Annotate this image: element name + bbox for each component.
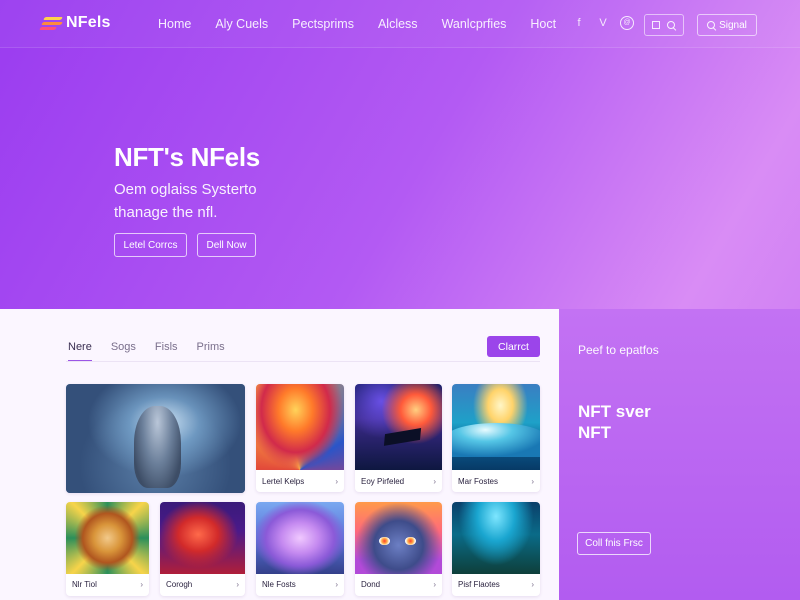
- signup-button[interactable]: Signal: [697, 14, 757, 36]
- nft-artwork-image: [160, 502, 245, 574]
- nft-card-featured[interactable]: [66, 384, 245, 493]
- nft-artwork-image: [452, 502, 540, 574]
- side-panel-tagline: Peef to epatfos: [578, 343, 659, 357]
- instagram-icon[interactable]: @: [620, 16, 634, 30]
- nft-card-title: Dond: [361, 580, 381, 589]
- vimeo-icon[interactable]: V: [596, 16, 610, 30]
- nav-link-6[interactable]: Hoct: [530, 17, 556, 31]
- search-box[interactable]: [644, 14, 684, 36]
- chevron-right-icon: ›: [335, 580, 338, 589]
- hero-subtitle: Oem oglaiss Systerto thanage the nfl.: [114, 178, 334, 224]
- chevron-right-icon: ›: [236, 580, 239, 589]
- chevron-right-icon: ›: [140, 580, 143, 589]
- hero-subtitle-line-1: Oem oglaiss Systerto: [114, 181, 257, 198]
- nft-card[interactable]: Nlr Tiol ›: [66, 502, 149, 596]
- nft-artwork-image: [256, 384, 344, 470]
- nft-artwork-image: [355, 502, 442, 574]
- nft-artwork-image: [256, 502, 344, 574]
- side-panel-title: NFT sver NFT: [578, 401, 728, 443]
- nft-card-title: Nle Fosts: [262, 580, 296, 589]
- tab-prims[interactable]: Prims: [197, 341, 225, 362]
- nav-link-5[interactable]: Wanlcprfies: [442, 17, 507, 31]
- hero-title: NFT's NFels: [114, 142, 260, 172]
- window-icon: [652, 21, 661, 29]
- gallery-tabs: Nere Sogs Fisls Prims: [68, 341, 244, 362]
- top-navbar: NFels Home Aly Cuels Pectsprims Alcless …: [0, 0, 800, 48]
- nft-card-title: Nlr Tiol: [72, 580, 97, 589]
- facebook-icon[interactable]: f: [572, 16, 586, 30]
- nft-card-title: Mar Fostes: [458, 477, 499, 486]
- tab-fisls[interactable]: Fisls: [155, 341, 178, 362]
- nft-artwork-image: [355, 384, 442, 470]
- side-panel-button[interactable]: Coll fnis Frsc: [577, 532, 651, 555]
- nft-artwork-image: [66, 384, 245, 493]
- signup-label: Signal: [719, 19, 747, 31]
- chevron-right-icon: ›: [531, 477, 534, 486]
- chevron-right-icon: ›: [335, 477, 338, 486]
- side-title-line-2: NFT: [578, 423, 612, 442]
- chevron-right-icon: ›: [433, 477, 436, 486]
- nav-link-3[interactable]: Pectsprims: [292, 17, 354, 31]
- brand-name: NFels: [66, 14, 111, 31]
- brand-logo[interactable]: NFels: [39, 14, 111, 32]
- side-title-line-1: NFT sver: [578, 402, 651, 421]
- hero-primary-button[interactable]: Letel Corrcs: [114, 233, 187, 257]
- search-icon[interactable]: [666, 20, 676, 30]
- nft-gallery-panel: Nere Sogs Fisls Prims Clarrct Lertel Kel…: [0, 309, 559, 600]
- logo-icon: [39, 14, 63, 32]
- nft-card[interactable]: Eoy Pirfeled ›: [355, 384, 442, 492]
- nft-card-title: Pisf Flaotes: [458, 580, 500, 589]
- tabs-divider: [66, 361, 540, 362]
- nft-artwork-image: [66, 502, 149, 574]
- promo-side-panel: Peef to epatfos NFT sver NFT Coll fnis F…: [559, 309, 800, 600]
- main-nav: Home Aly Cuels Pectsprims Alcless Wanlcp…: [158, 17, 580, 31]
- nft-card[interactable]: Mar Fostes ›: [452, 384, 540, 492]
- nft-card[interactable]: Dond ›: [355, 502, 442, 596]
- search-icon: [707, 20, 716, 30]
- social-links: f V @: [572, 16, 634, 30]
- nft-card[interactable]: Nle Fosts ›: [256, 502, 344, 596]
- tab-new[interactable]: Nere: [68, 341, 92, 362]
- nft-artwork-image: [452, 384, 540, 470]
- hero-secondary-button[interactable]: Dell Now: [197, 233, 256, 257]
- chevron-right-icon: ›: [433, 580, 436, 589]
- tab-sogs[interactable]: Sogs: [111, 341, 136, 362]
- nav-link-4[interactable]: Alcless: [378, 17, 418, 31]
- hero-subtitle-line-2: thanage the nfl.: [114, 204, 218, 221]
- nft-card[interactable]: Corogh ›: [160, 502, 245, 596]
- nft-card-title: Eoy Pirfeled: [361, 477, 405, 486]
- nft-card-title: Lertel Kelps: [262, 477, 305, 486]
- nav-link-home[interactable]: Home: [158, 17, 191, 31]
- connect-button[interactable]: Clarrct: [487, 336, 540, 357]
- nft-card-title: Corogh: [166, 580, 193, 589]
- nav-link-2[interactable]: Aly Cuels: [215, 17, 268, 31]
- nft-card[interactable]: Lertel Kelps ›: [256, 384, 344, 492]
- chevron-right-icon: ›: [531, 580, 534, 589]
- nft-card[interactable]: Pisf Flaotes ›: [452, 502, 540, 596]
